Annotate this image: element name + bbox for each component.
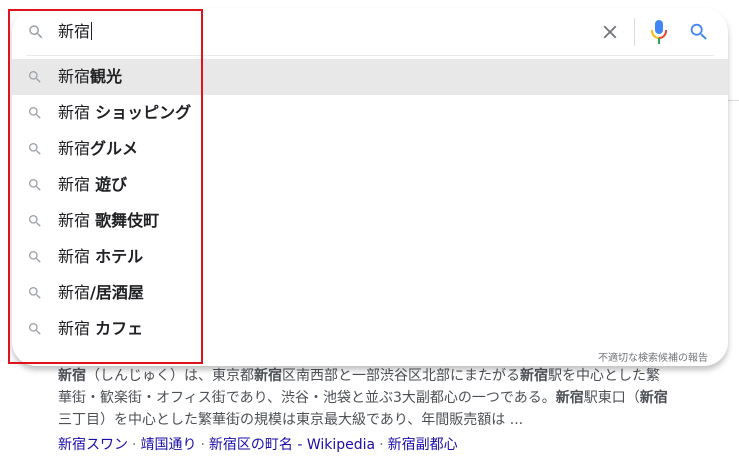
suggestion-completion: 遊び [95,175,128,194]
suggestion-prefix: 新宿 [58,175,96,194]
search-icon [29,215,41,227]
suggestion-prefix: 新宿 [58,211,96,230]
result-snippet: 新宿（しんじゅく）は、東京都新宿区南西部と一部渋谷区北部にまたがる新宿駅を中心と… [58,365,668,431]
suggestion-prefix: 新宿 [58,247,96,266]
result-sitelinks: 新宿スワン · 靖国通り · 新宿区の町名 - Wikipedia · 新宿副都心 [58,435,458,455]
search-icon [29,287,41,299]
search-icon [29,143,41,155]
suggestion-completion: /居酒屋 [90,283,144,302]
suggestion-item[interactable]: 新宿観光 [12,59,728,95]
suggestion-text: 新宿 歌舞伎町 [58,209,159,233]
suggestion-item[interactable]: 新宿 カフェ [12,311,728,347]
snippet-text: 駅東口（ [583,390,640,406]
search-query-text: 新宿 [58,22,91,41]
suggestion-text: 新宿 ホテル [58,245,143,269]
search-icon [29,107,41,119]
sitelink[interactable]: 靖国通り [140,437,196,453]
search-icon [29,71,41,83]
suggestion-prefix: 新宿 [58,283,91,302]
suggestion-prefix: 新宿 [58,139,91,158]
search-icon [29,179,41,191]
suggestion-prefix: 新宿 [58,103,96,122]
mic-capsule [655,20,663,34]
suggestion-text: 新宿グルメ [58,137,138,161]
suggestion-separator [26,55,714,56]
suggestion-completion: 歌舞伎町 [95,211,160,230]
report-suggestions-link[interactable]: 不適切な検索候補の報告 [598,349,708,364]
suggestion-text: 新宿 ショッピング [58,101,191,125]
button-divider [634,18,635,46]
search-input[interactable]: 新宿 [58,20,93,44]
suggestion-text: 新宿 遊び [58,173,127,197]
snippet-bold-text: 新宿 [639,390,668,406]
snippet-text: （しんじゅく）は、東京都 [86,368,254,384]
suggestion-list: 新宿観光 新宿 ショッピング 新宿グルメ 新宿 遊び 新宿 歌舞伎町 新宿 ホテル 新宿/居… [12,59,728,347]
suggestion-prefix: 新宿 [58,67,91,86]
suggestion-completion: 観光 [90,67,123,86]
suggestion-item[interactable]: 新宿 歌舞伎町 [12,203,728,239]
search-submit-icon[interactable] [688,21,710,43]
suggestion-text: 新宿 カフェ [58,317,143,341]
sitelink[interactable]: 新宿区の町名 - Wikipedia [209,437,375,453]
suggestion-item[interactable]: 新宿グルメ [12,131,728,167]
suggestion-completion: ショッピング [95,103,192,122]
snippet-bold-text: 新宿 [555,390,584,406]
text-caret [91,22,93,40]
microphone-icon[interactable] [649,19,669,45]
snippet-bold-text: 新宿 [520,368,548,384]
snippet-bold-text: 新宿 [58,368,86,384]
close-icon[interactable] [599,21,621,43]
search-icon [29,251,41,263]
sitelink-separator: · [200,437,205,453]
suggestion-item[interactable]: 新宿 遊び [12,167,728,203]
suggestion-item[interactable]: 新宿/居酒屋 [12,275,728,311]
suggestion-item[interactable]: 新宿 ホテル [12,239,728,275]
search-icon [29,25,43,39]
snippet-bold-text: 新宿 [254,368,282,384]
sitelink[interactable]: 新宿スワン [58,437,128,453]
search-box: 新宿 新宿観光 新宿 ショッピング 新宿グルメ 新宿 遊び 新宿 歌舞伎町 新宿 ホテル新… [12,8,728,366]
mic-base [658,38,660,44]
sitelink[interactable]: 新宿副都心 [388,437,458,453]
search-query-row: 新宿 [12,8,728,56]
sitelink-separator: · [132,437,137,453]
suggestion-completion: グルメ [90,139,139,158]
suggestion-text: 新宿観光 [58,65,122,89]
suggestion-completion: ホテル [95,247,144,266]
suggestion-text: 新宿/居酒屋 [58,281,144,305]
snippet-text: 区南西部と一部渋谷区北部にまたがる [282,368,520,384]
suggestion-completion: カフェ [95,319,144,338]
sitelink-separator: · [379,437,384,453]
suggestion-prefix: 新宿 [58,319,96,338]
suggestion-item[interactable]: 新宿 ショッピング [12,95,728,131]
snippet-text: 三丁目）を中心とした繁華街の規模は東京最大級であり、年間販売額は ... [58,412,524,428]
search-icon [29,323,41,335]
